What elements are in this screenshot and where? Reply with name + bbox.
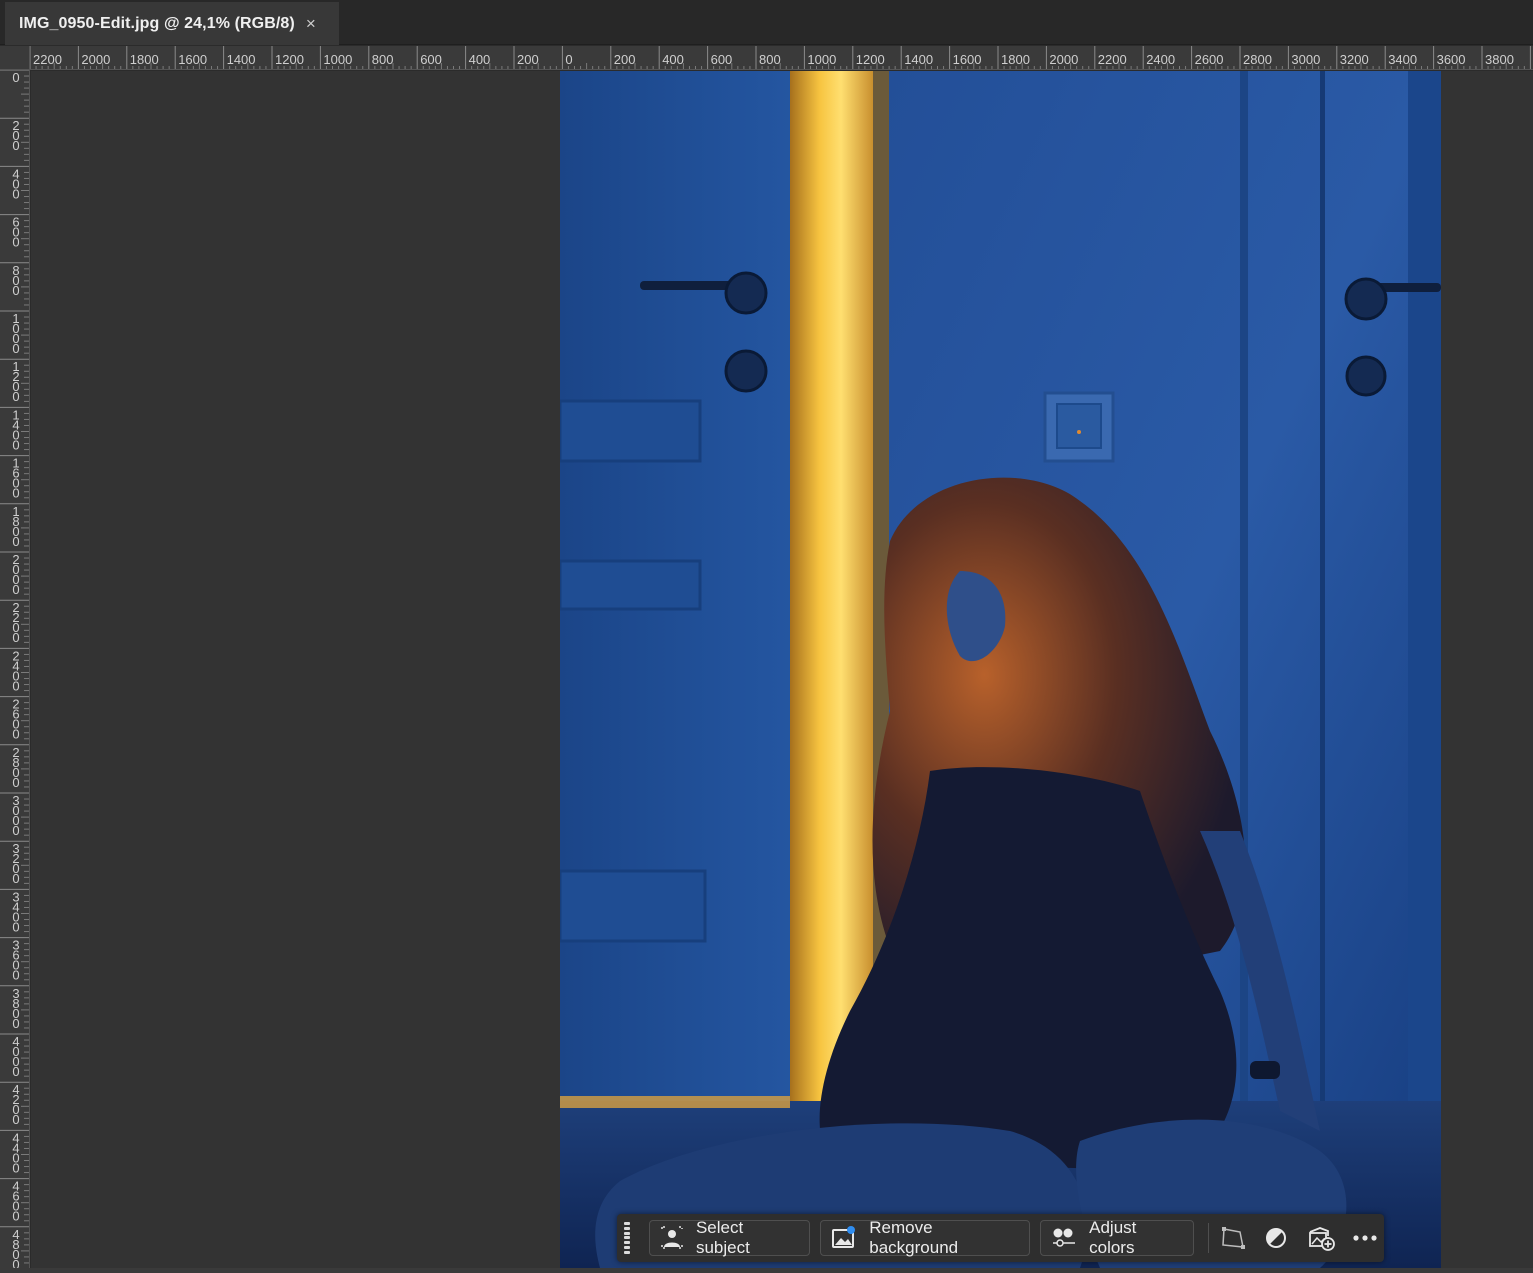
document-tab-title: IMG_0950-Edit.jpg @ 24,1% (RGB/8): [19, 14, 295, 32]
ruler-label: 2000: [1049, 52, 1078, 67]
ruler-label: 3800: [12, 986, 19, 1031]
ruler-label: 1800: [130, 52, 159, 67]
adjust-colors-button[interactable]: Adjust colors: [1040, 1218, 1194, 1257]
contextual-taskbar: Select subject Remove background Adjust …: [617, 1214, 1384, 1262]
ruler-label: 3000: [12, 793, 19, 838]
ruler-label: 400: [12, 166, 19, 201]
ruler-label: 3200: [1340, 52, 1369, 67]
horizontal-ruler-scale: 2200 2000 1800 1600 1400 1200 1000 800 600 400 200…: [30, 46, 1531, 69]
ruler-label: 1600: [12, 456, 19, 501]
ruler-label: 200: [12, 118, 19, 153]
select-subject-label: Select subject: [695, 1218, 750, 1257]
ruler-label: 800: [372, 52, 394, 67]
ruler-label: 2800: [1243, 52, 1272, 67]
add-image-icon[interactable]: [1307, 1220, 1335, 1256]
ruler-label: 3400: [1388, 52, 1417, 67]
ruler-label: 4800: [12, 1227, 19, 1268]
close-icon[interactable]: ×: [306, 15, 316, 32]
ruler-label: 400: [469, 52, 491, 67]
ruler-label: 1000: [807, 52, 836, 67]
select-subject-button[interactable]: Select subject: [648, 1218, 811, 1257]
ruler-label: 800: [759, 52, 781, 67]
ruler-label: 3800: [1485, 52, 1514, 67]
ruler-label: 2800: [12, 745, 19, 790]
ruler-label: 600: [12, 215, 19, 250]
ruler-label: 4200: [12, 1082, 19, 1127]
ruler-label: 3600: [12, 938, 19, 983]
person-select-icon: [660, 1226, 684, 1250]
horizontal-ruler[interactable]: 2200 2000 1800 1600 1400 1200 1000 800 600 400 200…: [30, 46, 1533, 70]
document-tab[interactable]: IMG_0950-Edit.jpg @ 24,1% (RGB/8) ×: [5, 2, 339, 45]
ruler-label: 4000: [12, 1034, 19, 1079]
ruler-label: 2200: [1098, 52, 1127, 67]
ruler-label: 1200: [856, 52, 885, 67]
ruler-label: 3600: [1437, 52, 1466, 67]
adjust-colors-icon: [1051, 1226, 1077, 1250]
ruler-label: 400: [662, 52, 684, 67]
ruler-label: 3000: [1291, 52, 1320, 67]
more-icon[interactable]: [1352, 1220, 1378, 1256]
ruler-label: 1200: [12, 359, 19, 404]
ruler-label: 2400: [12, 648, 19, 693]
ruler-label: 200: [614, 52, 636, 67]
photoshop-window: IMG_0950-Edit.jpg @ 24,1% (RGB/8) × 2200…: [0, 0, 1533, 1273]
ruler-label: 600: [420, 52, 442, 67]
ruler-label: 4400: [12, 1130, 19, 1175]
vertical-ruler-scale: 0 2 0 0 4 0 0 6 0 0 8 0 0 1 0 0 0 1 2 0 0 1 4 0 0 1 6 0 0 1 8 0 0 2 0 0 0 2 2 0…: [0, 70, 29, 1268]
ruler-label: 1200: [275, 52, 304, 67]
ruler-label: 1800: [12, 504, 19, 549]
document-tabbar: IMG_0950-Edit.jpg @ 24,1% (RGB/8) ×: [0, 0, 1533, 45]
ruler-label: 1600: [178, 52, 207, 67]
image-remove-bg-icon: [831, 1226, 857, 1250]
contrast-icon[interactable]: [1263, 1220, 1289, 1256]
vertical-ruler[interactable]: 0 200 400 600 800 1000 1200 1400 1600 1800 2000 220…: [0, 70, 30, 1268]
ruler-label: 3400: [12, 889, 19, 934]
ruler-label: 2600: [12, 697, 19, 742]
ruler-label: 1000: [12, 311, 19, 356]
remove-background-button[interactable]: Remove background: [820, 1218, 1031, 1257]
adjust-colors-label: Adjust colors: [1089, 1218, 1137, 1257]
grip-icon[interactable]: [623, 1222, 631, 1254]
ruler-label: 800: [12, 263, 19, 298]
ruler-label: 2200: [33, 52, 62, 67]
ruler-label: 1600: [953, 52, 982, 67]
ruler-label: 600: [711, 52, 733, 67]
horizontal-scrollbar[interactable]: [0, 1268, 1533, 1273]
ruler-label: 2600: [1195, 52, 1224, 67]
ruler-label: 2000: [81, 52, 110, 67]
document-image[interactable]: [560, 71, 1441, 1268]
ruler-label: 2400: [1146, 52, 1175, 67]
ruler-label: 1800: [1001, 52, 1030, 67]
ruler-label: 1000: [323, 52, 352, 67]
ruler-label: 4600: [12, 1179, 19, 1224]
ruler-label: 200: [517, 52, 539, 67]
ruler-label: 2200: [12, 600, 19, 645]
ruler-label: 0: [12, 70, 19, 85]
ruler-label: 1400: [12, 407, 19, 452]
photo-image: [560, 71, 1441, 1268]
ruler-label: 2000: [12, 552, 19, 597]
taskbar-separator: [1207, 1223, 1209, 1253]
ruler-corner[interactable]: [0, 46, 30, 70]
remove-background-label: Remove background: [869, 1218, 959, 1257]
ruler-label: 0: [565, 52, 572, 67]
ruler-label: 1400: [904, 52, 933, 67]
transform-icon[interactable]: [1220, 1220, 1246, 1256]
ruler-label: 3200: [12, 841, 19, 886]
ruler-label: 1400: [227, 52, 256, 67]
